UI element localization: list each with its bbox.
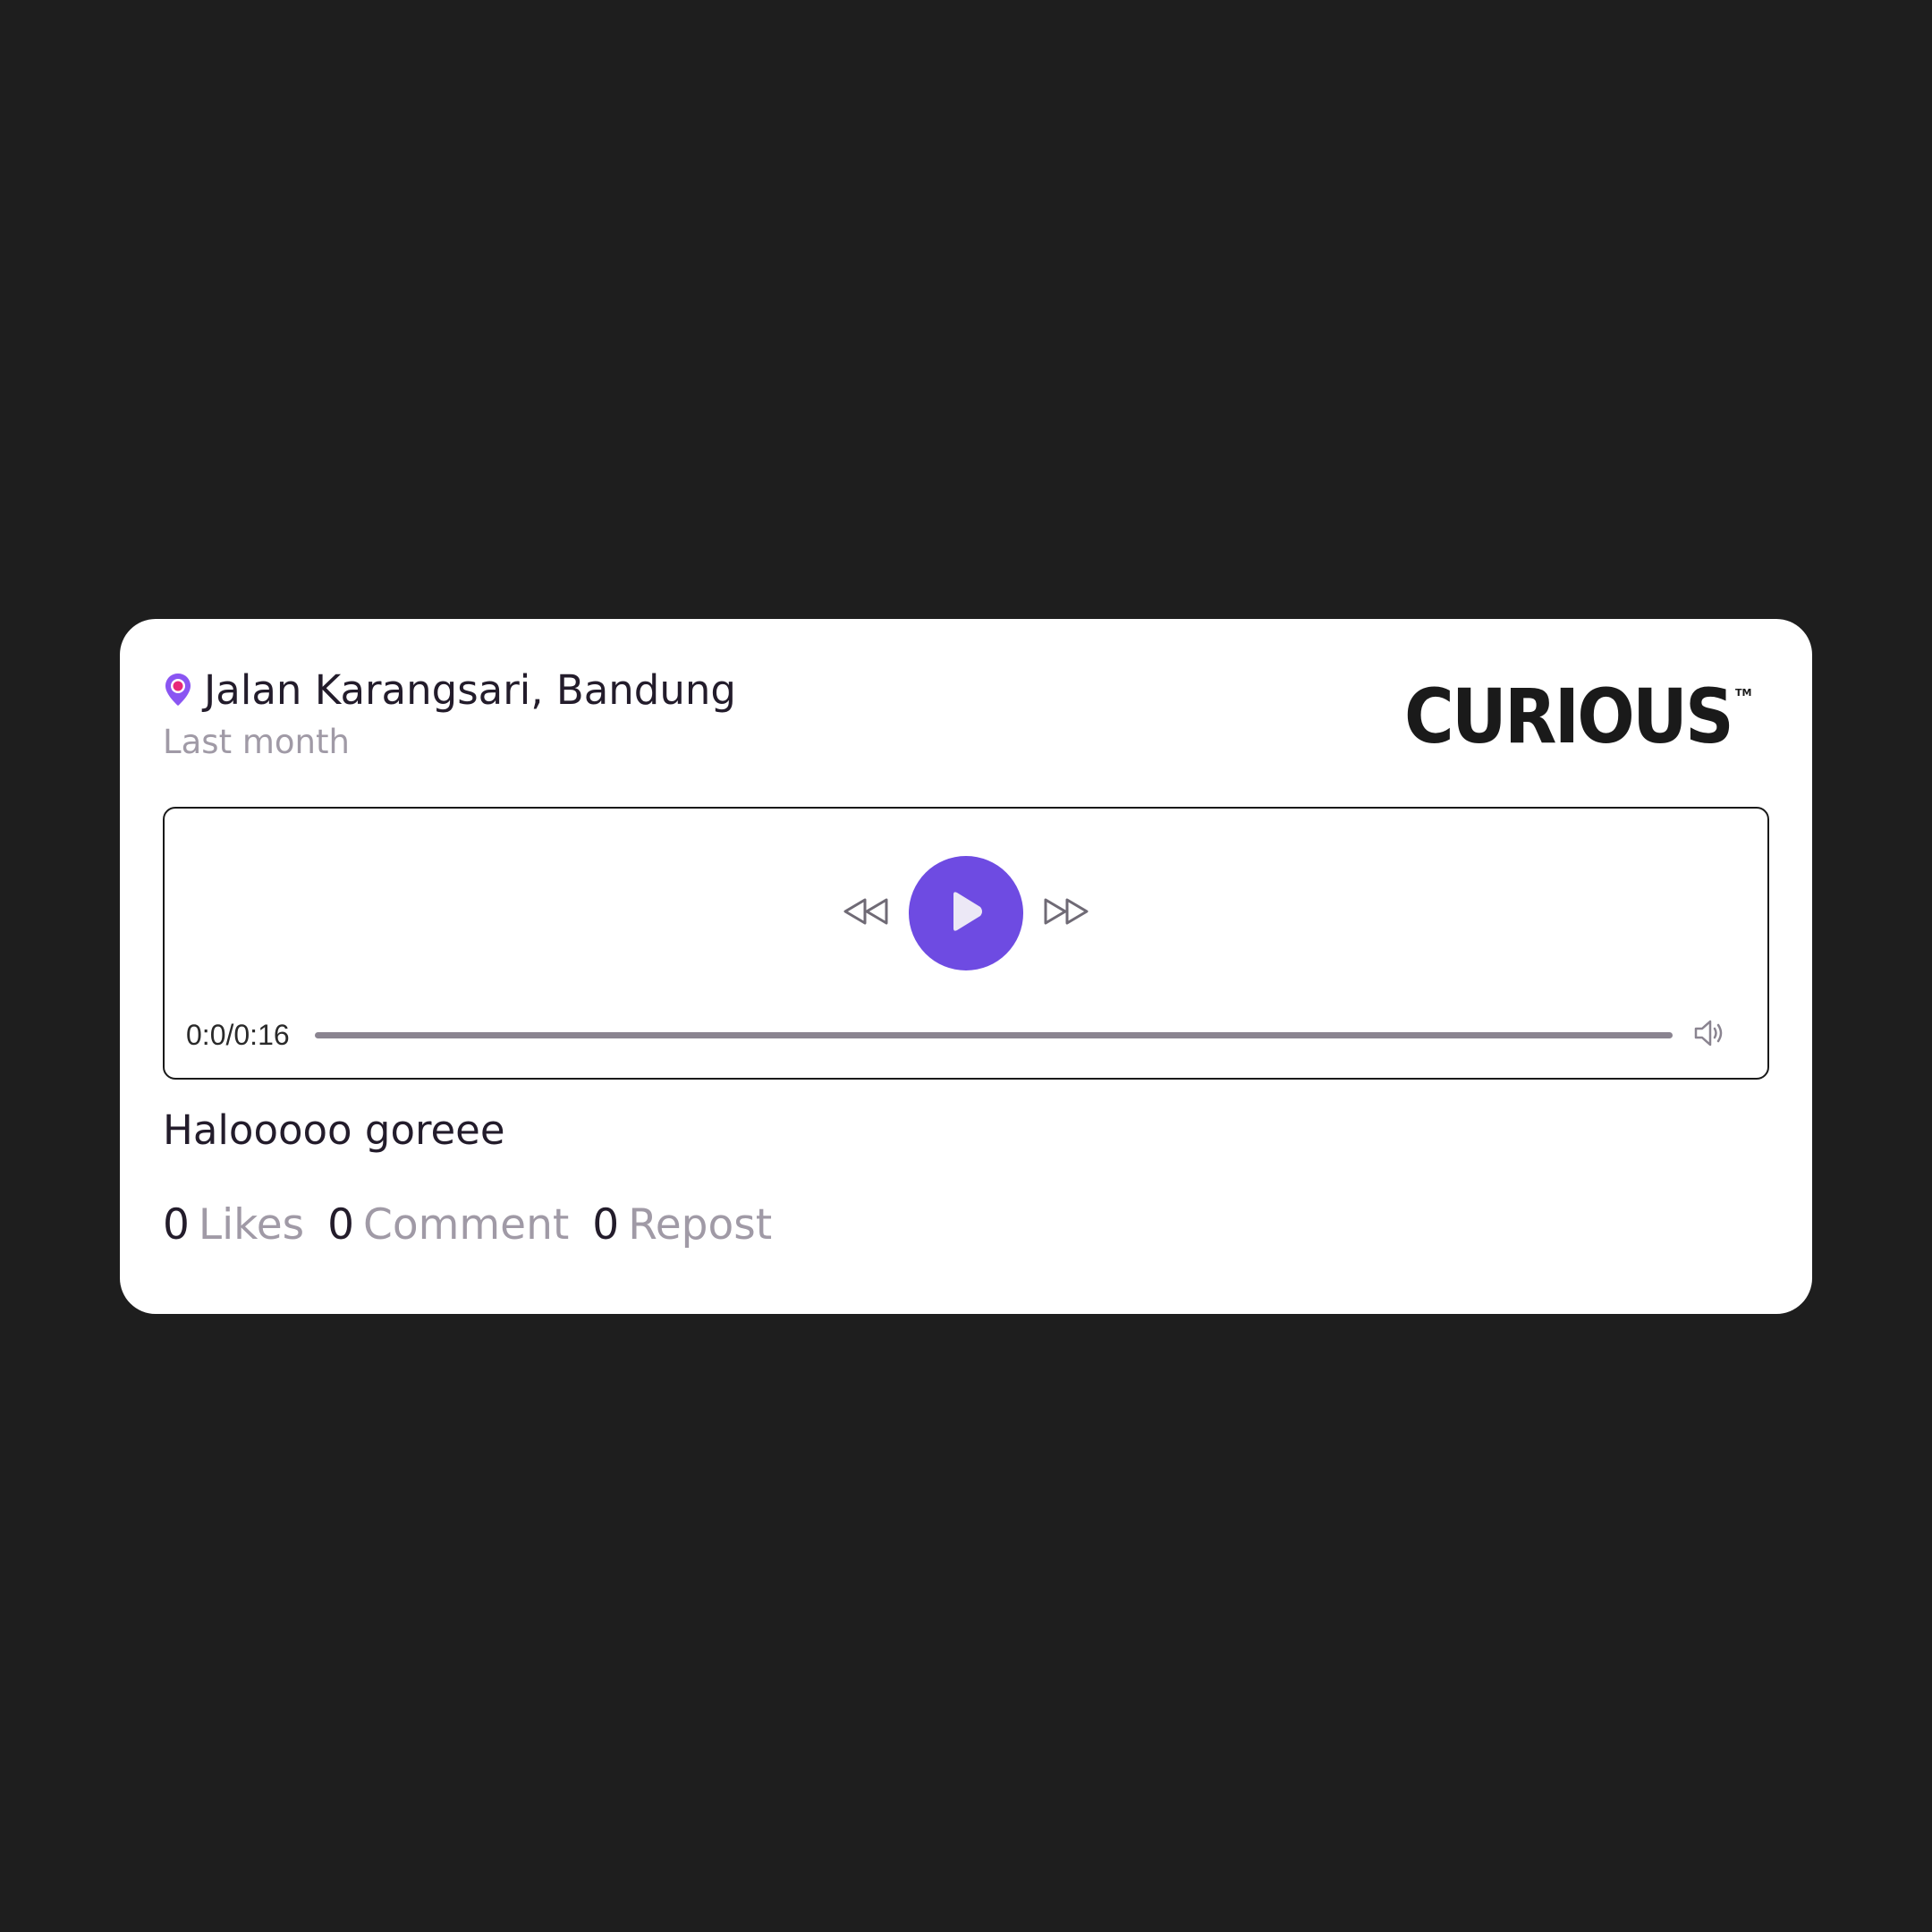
repost-count: 0	[592, 1200, 620, 1250]
likes-stat[interactable]: 0 Likes	[163, 1200, 304, 1250]
time-readout: 0:0/0:16	[186, 1018, 290, 1051]
fast-forward-icon	[1042, 896, 1090, 930]
location-pin-icon	[163, 672, 193, 708]
post-card: Jalan Karangsari, Bandung Last month CUR…	[120, 619, 1812, 1314]
location-label: Jalan Karangsari, Bandung	[204, 665, 736, 714]
curious-logo: CURIOUS TM	[1401, 673, 1758, 767]
volume-icon	[1693, 1018, 1727, 1052]
comment-stat[interactable]: 0 Comment	[327, 1200, 569, 1250]
player-progress-row: 0:0/0:16	[186, 1013, 1728, 1056]
volume-button[interactable]	[1692, 1019, 1728, 1051]
rewind-icon	[842, 896, 890, 930]
progress-bar[interactable]	[315, 1031, 1673, 1038]
likes-label: Likes	[198, 1200, 305, 1250]
svg-text:CURIOUS: CURIOUS	[1404, 674, 1732, 760]
fast-forward-button[interactable]	[1039, 894, 1093, 933]
post-header: Jalan Karangsari, Bandung Last month CUR…	[163, 662, 1769, 769]
post-caption: Halooooo goreee	[163, 1106, 505, 1154]
repost-stat[interactable]: 0 Repost	[592, 1200, 772, 1250]
post-stats: 0 Likes 0 Comment 0 Repost	[163, 1200, 795, 1250]
playback-controls	[165, 855, 1767, 971]
svg-text:TM: TM	[1735, 687, 1751, 699]
likes-count: 0	[163, 1200, 190, 1250]
comment-count: 0	[327, 1200, 355, 1250]
play-icon	[946, 889, 986, 937]
audio-player: 0:0/0:16	[163, 807, 1769, 1080]
comment-label: Comment	[363, 1200, 570, 1250]
play-button[interactable]	[909, 856, 1023, 970]
repost-label: Repost	[628, 1200, 773, 1250]
rewind-button[interactable]	[839, 894, 893, 933]
